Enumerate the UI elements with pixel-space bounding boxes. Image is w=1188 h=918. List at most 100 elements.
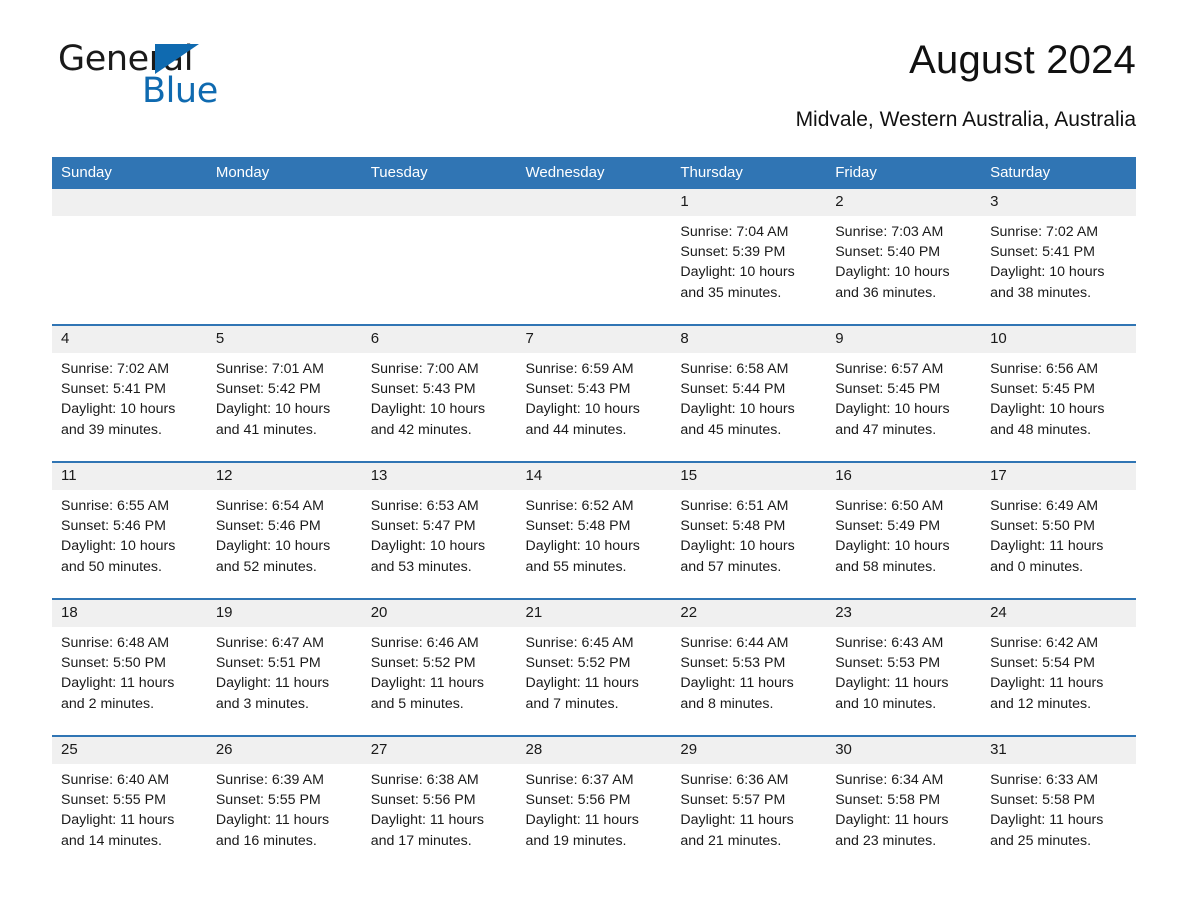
day-details: Sunrise: 6:38 AM Sunset: 5:56 PM Daylight:… [362,764,517,851]
calendar-day-cell[interactable]: 16 Sunrise: 6:50 AM Sunset: 5:49 PM Dayligh… [826,461,982,599]
weekday-header-tuesday: Tuesday [361,157,517,189]
calendar-day-cell[interactable]: 23 Sunrise: 6:43 AM Sunset: 5:53 PM Dayligh… [826,598,982,736]
daylight-text: Daylight: 11 hours and 5 minutes. [370,675,484,712]
sunset-text: Sunset: 5:56 PM [525,792,631,809]
calendar-day-cell[interactable]: 14 Sunrise: 6:52 AM Sunset: 5:48 PM Dayligh… [516,461,672,599]
day-details: Sunrise: 6:58 AM Sunset: 5:44 PM Daylight:… [671,353,826,440]
calendar-day-cell[interactable]: 7 Sunrise: 6:59 AM Sunset: 5:43 PM Daylight… [516,324,672,462]
sunset-text: Sunset: 5:50 PM [990,518,1095,535]
sunrise-text: Sunrise: 6:47 AM [215,635,324,651]
calendar-day-cell[interactable]: 31 Sunrise: 6:33 AM Sunset: 5:58 PM Dayligh… [981,735,1136,872]
calendar-day-cell[interactable]: 28 Sunrise: 6:37 AM Sunset: 5:56 PM Dayligh… [516,735,672,872]
calendar-day-cell[interactable]: 2 Sunrise: 7:03 AM Sunset: 5:40 PM Daylight… [826,189,982,325]
calendar-day-cell[interactable]: 29 Sunrise: 6:36 AM Sunset: 5:57 PM Dayligh… [671,735,827,872]
sunrise-text: Sunrise: 6:54 AM [215,498,324,514]
calendar-week-row: 25 Sunrise: 6:40 AM Sunset: 5:55 PM Dayligh… [52,735,1136,872]
day-number: 22 [671,600,827,627]
sunset-text: Sunset: 5:46 PM [61,518,166,535]
daylight-text: Daylight: 10 hours and 39 minutes. [61,401,176,438]
day-details: Sunrise: 6:37 AM Sunset: 5:56 PM Daylight:… [517,764,672,851]
sunset-text: Sunset: 5:49 PM [835,518,941,535]
page-subtitle: Midvale, Western Australia, Australia [795,108,1136,131]
sunset-text: Sunset: 5:52 PM [525,655,631,672]
general-blue-logo[interactable]: General Blue [58,42,348,120]
sunset-text: Sunset: 5:41 PM [990,244,1095,261]
calendar-day-cell[interactable]: 17 Sunrise: 6:49 AM Sunset: 5:50 PM Dayligh… [981,461,1136,599]
calendar-day-cell[interactable]: 27 Sunrise: 6:38 AM Sunset: 5:56 PM Dayligh… [361,735,517,872]
daylight-text: Daylight: 11 hours and 2 minutes. [61,675,175,712]
day-number: 14 [516,463,672,490]
sunrise-text: Sunrise: 6:53 AM [370,498,479,514]
day-number: 28 [516,737,672,764]
daylight-text: Daylight: 10 hours and 38 minutes. [990,264,1105,301]
sunrise-text: Sunrise: 7:01 AM [215,361,324,377]
weekday-header-row: Sunday Monday Tuesday Wednesday Thursday… [52,157,1136,189]
daylight-text: Daylight: 11 hours and 25 minutes. [990,812,1104,849]
daylight-text: Daylight: 10 hours and 52 minutes. [215,538,331,575]
sunrise-text: Sunrise: 6:45 AM [525,635,634,651]
sunset-text: Sunset: 5:47 PM [370,518,476,535]
sunrise-text: Sunrise: 6:36 AM [680,772,789,788]
sunrise-text: Sunrise: 6:49 AM [990,498,1099,514]
daylight-text: Daylight: 11 hours and 19 minutes. [525,812,639,849]
logo-triangle-icon [155,44,199,74]
sunrise-text: Sunrise: 6:51 AM [680,498,789,514]
calendar-day-cell[interactable]: 20 Sunrise: 6:46 AM Sunset: 5:52 PM Dayligh… [361,598,517,736]
day-details: Sunrise: 6:42 AM Sunset: 5:54 PM Daylight:… [981,627,1136,714]
day-number: 2 [826,189,982,216]
calendar-day-cell[interactable]: 25 Sunrise: 6:40 AM Sunset: 5:55 PM Dayligh… [52,735,207,872]
sunset-text: Sunset: 5:56 PM [370,792,476,809]
calendar-day-cell[interactable]: 11 Sunrise: 6:55 AM Sunset: 5:46 PM Dayligh… [52,461,207,599]
calendar-day-cell[interactable]: 15 Sunrise: 6:51 AM Sunset: 5:48 PM Dayligh… [671,461,827,599]
day-number: 26 [206,737,362,764]
daylight-text: Daylight: 11 hours and 17 minutes. [370,812,484,849]
calendar-cell-empty [206,189,362,325]
calendar-day-cell[interactable]: 30 Sunrise: 6:34 AM Sunset: 5:58 PM Dayligh… [826,735,982,872]
daylight-text: Daylight: 10 hours and 55 minutes. [525,538,640,575]
sunset-text: Sunset: 5:41 PM [61,381,166,398]
page-title: August 2024 [909,38,1136,82]
daylight-text: Daylight: 11 hours and 10 minutes. [835,675,949,712]
weekday-header-wednesday: Wednesday [516,157,672,189]
sunset-text: Sunset: 5:57 PM [680,792,786,809]
weekday-header-saturday: Saturday [981,157,1136,189]
day-number: 16 [826,463,982,490]
calendar-day-cell[interactable]: 5 Sunrise: 7:01 AM Sunset: 5:42 PM Daylight… [206,324,362,462]
sunset-text: Sunset: 5:55 PM [61,792,166,809]
sunrise-text: Sunrise: 6:44 AM [680,635,789,651]
sunrise-text: Sunrise: 6:34 AM [835,772,944,788]
daylight-text: Daylight: 10 hours and 57 minutes. [680,538,795,575]
sunrise-text: Sunrise: 6:56 AM [990,361,1099,377]
calendar-day-cell[interactable]: 6 Sunrise: 7:00 AM Sunset: 5:43 PM Daylight… [361,324,517,462]
weekday-header-sunday: Sunday [52,157,207,189]
calendar-day-cell[interactable]: 13 Sunrise: 6:53 AM Sunset: 5:47 PM Dayligh… [361,461,517,599]
calendar-day-cell[interactable]: 10 Sunrise: 6:56 AM Sunset: 5:45 PM Dayligh… [981,324,1136,462]
calendar-day-cell[interactable]: 24 Sunrise: 6:42 AM Sunset: 5:54 PM Dayligh… [981,598,1136,736]
weekday-header-monday: Monday [206,157,362,189]
sunrise-text: Sunrise: 6:37 AM [525,772,634,788]
calendar-day-cell[interactable]: 8 Sunrise: 6:58 AM Sunset: 5:44 PM Daylight… [671,324,827,462]
day-number: 11 [52,463,207,490]
daylight-text: Daylight: 11 hours and 7 minutes. [525,675,639,712]
calendar-day-cell[interactable]: 21 Sunrise: 6:45 AM Sunset: 5:52 PM Dayligh… [516,598,672,736]
calendar-day-cell[interactable]: 4 Sunrise: 7:02 AM Sunset: 5:41 PM Daylight… [52,324,207,462]
calendar-day-cell[interactable]: 19 Sunrise: 6:47 AM Sunset: 5:51 PM Dayligh… [206,598,362,736]
calendar-day-cell[interactable]: 22 Sunrise: 6:44 AM Sunset: 5:53 PM Dayligh… [671,598,827,736]
day-number [206,189,362,216]
day-details: Sunrise: 6:47 AM Sunset: 5:51 PM Daylight:… [207,627,362,714]
calendar-day-cell[interactable]: 18 Sunrise: 6:48 AM Sunset: 5:50 PM Dayligh… [52,598,207,736]
sunrise-text: Sunrise: 6:40 AM [61,772,170,788]
daylight-text: Daylight: 10 hours and 48 minutes. [990,401,1105,438]
day-number: 24 [981,600,1136,627]
calendar-day-cell[interactable]: 3 Sunrise: 7:02 AM Sunset: 5:41 PM Daylight… [981,189,1136,325]
sunrise-text: Sunrise: 7:04 AM [680,224,789,240]
calendar-day-cell[interactable]: 26 Sunrise: 6:39 AM Sunset: 5:55 PM Dayligh… [206,735,362,872]
sunset-text: Sunset: 5:45 PM [835,381,941,398]
calendar-day-cell[interactable]: 12 Sunrise: 6:54 AM Sunset: 5:46 PM Dayligh… [206,461,362,599]
day-details: Sunrise: 7:03 AM Sunset: 5:40 PM Daylight:… [826,216,981,303]
day-number: 25 [52,737,207,764]
calendar-day-cell[interactable]: 1 Sunrise: 7:04 AM Sunset: 5:39 PM Daylight… [671,189,827,325]
day-number: 3 [981,189,1136,216]
calendar-day-cell[interactable]: 9 Sunrise: 6:57 AM Sunset: 5:45 PM Daylight… [826,324,982,462]
day-details: Sunrise: 6:43 AM Sunset: 5:53 PM Daylight:… [826,627,981,714]
